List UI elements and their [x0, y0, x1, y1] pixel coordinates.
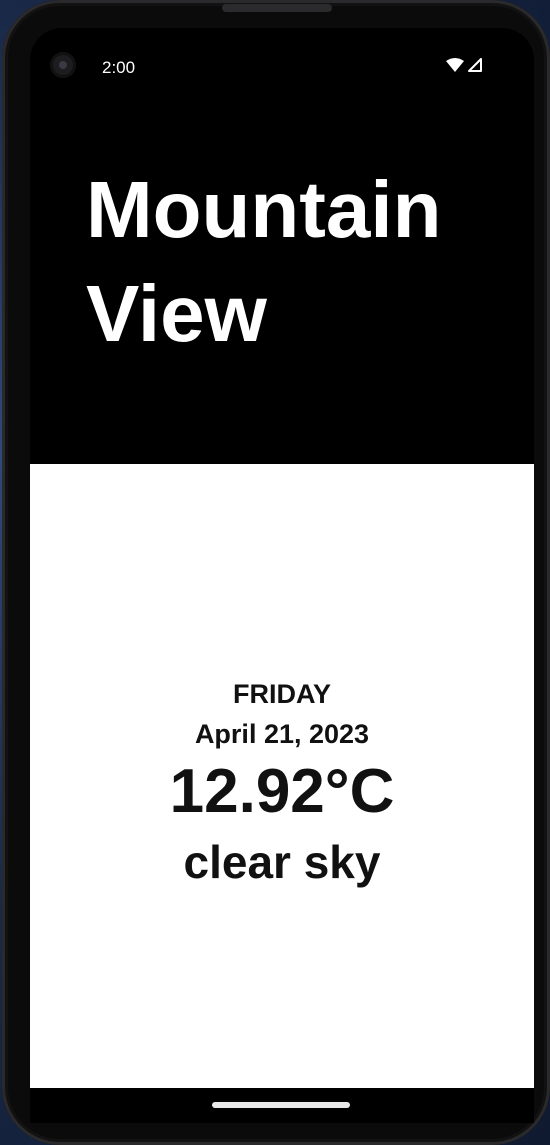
front-camera [50, 52, 76, 78]
status-bar: 2:00 [30, 28, 534, 106]
date-label: April 21, 2023 [194, 719, 370, 749]
navigation-bar [30, 1088, 534, 1123]
status-bar-clock: 2:00 [102, 58, 136, 77]
weather-info: FRIDAY April 21, 2023 12.92°C clear sky [30, 674, 534, 896]
earpiece-speaker [222, 4, 332, 12]
app-screen: 2:00 Mountain View FRIDAY April 21, 2023… [30, 28, 534, 1118]
wifi-icon [446, 58, 464, 77]
day-of-week: FRIDAY [232, 679, 332, 709]
weather-description: clear sky [183, 836, 381, 888]
cellular-signal-icon [468, 58, 482, 77]
home-gesture-handle[interactable] [212, 1102, 350, 1108]
status-icons [446, 58, 482, 77]
city-name: Mountain View [86, 165, 442, 358]
temperature-value: 12.92°C [169, 757, 395, 826]
weather-panel: FRIDAY April 21, 2023 12.92°C clear sky [30, 464, 534, 1088]
city-header: Mountain View [30, 106, 534, 464]
